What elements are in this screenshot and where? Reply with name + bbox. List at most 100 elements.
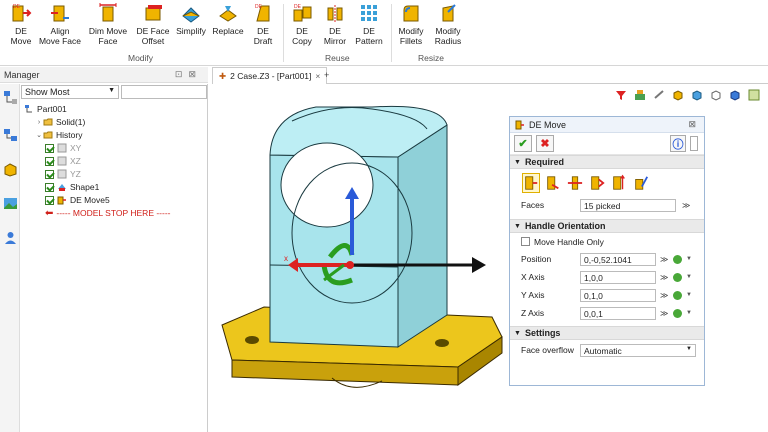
tree-item-yz[interactable]: YZ xyxy=(45,168,81,180)
close-icon[interactable]: × xyxy=(315,71,320,81)
tree-item-de-move5[interactable]: DE Move5 xyxy=(45,194,110,206)
visibility-checkbox[interactable] xyxy=(45,143,54,153)
tree-item-part[interactable]: Part001 xyxy=(24,103,67,115)
part-icon xyxy=(25,105,32,113)
svg-text:DE: DE xyxy=(13,4,21,10)
section-handle-label: Handle Orientation xyxy=(524,221,606,231)
new-tab-button[interactable]: + xyxy=(324,70,329,80)
tree-item-history[interactable]: ⌄ History xyxy=(35,129,82,141)
expand-icon[interactable]: ≫ xyxy=(660,273,668,282)
help-button[interactable]: ⓘ xyxy=(670,135,686,152)
cube-shade-icon[interactable] xyxy=(672,89,684,101)
tree-item-solid[interactable]: › Solid(1) xyxy=(35,116,85,128)
visibility-checkbox[interactable] xyxy=(45,156,54,166)
tree-item-xz[interactable]: XZ xyxy=(45,155,81,167)
visibility-checkbox[interactable] xyxy=(45,169,54,179)
simplify-button[interactable]: Simplify xyxy=(174,2,208,36)
group-label-reuse: Reuse xyxy=(325,53,350,63)
x-axis-input[interactable]: 1,0,0 xyxy=(580,270,656,284)
ok-button[interactable]: ✔ xyxy=(514,135,532,152)
pin-panel-button[interactable] xyxy=(690,136,698,151)
faces-input[interactable]: 15 picked xyxy=(580,198,676,212)
view-cube-icon[interactable] xyxy=(710,89,722,101)
position-input[interactable]: 0,-0,52.1041 xyxy=(580,252,656,266)
de-copy-icon: DE xyxy=(293,4,312,22)
dim-move-face-button[interactable]: Dim Move Face xyxy=(86,2,130,46)
tab-label: 2 Case.Z3 - [Part001] xyxy=(230,71,312,81)
y-axis-input[interactable]: 0,1,0 xyxy=(580,288,656,302)
document-tab-bar: ✚ 2 Case.Z3 - [Part001] × + xyxy=(212,67,768,84)
move-to-point-icon[interactable] xyxy=(588,173,606,193)
chevron-down-icon[interactable]: ▼ xyxy=(686,274,692,280)
de-move-button[interactable]: DE DE Move xyxy=(6,2,36,46)
chevron-right-icon[interactable]: › xyxy=(35,119,43,126)
chevron-down-icon[interactable]: ▼ xyxy=(686,256,692,262)
manager-window-controls[interactable]: ⊡⊠ xyxy=(175,69,202,80)
de-mirror-icon xyxy=(327,5,343,22)
modify-radius-button[interactable]: Modify Radius xyxy=(431,2,465,46)
section-required[interactable]: ▼ Required xyxy=(510,155,704,169)
render-mode-icon[interactable] xyxy=(691,89,703,101)
section-handle-orientation[interactable]: ▼ Handle Orientation xyxy=(510,219,704,233)
tab-case-part001[interactable]: ✚ 2 Case.Z3 - [Part001] × xyxy=(212,67,328,84)
de-copy-button[interactable]: DE DE Copy xyxy=(289,2,315,46)
3d-model[interactable]: x xyxy=(212,85,512,432)
expand-icon[interactable]: ≫ xyxy=(660,291,668,300)
visibility-checkbox[interactable] xyxy=(45,182,54,192)
move-rotate-icon[interactable] xyxy=(610,173,628,193)
section-settings[interactable]: ▼ Settings xyxy=(510,326,704,340)
de-pattern-button[interactable]: DE Pattern xyxy=(353,2,385,46)
move-between-icon[interactable] xyxy=(566,173,584,193)
pointer-filter-icon[interactable] xyxy=(615,89,627,101)
replace-button[interactable]: Replace xyxy=(211,2,245,36)
face-overflow-row: Face overflow Automatic ▼ xyxy=(510,340,704,360)
pick-direction-icon[interactable] xyxy=(673,308,682,318)
material-icon[interactable] xyxy=(653,89,665,101)
visibility-checkbox[interactable] xyxy=(45,195,54,205)
move-along-icon[interactable] xyxy=(544,173,562,193)
pick-direction-icon[interactable] xyxy=(673,290,682,300)
chevron-down-icon[interactable]: ▼ xyxy=(686,310,692,316)
tree-item-shape1[interactable]: Shape1 xyxy=(45,181,99,193)
de-copy-label-1: DE xyxy=(296,26,308,36)
expand-icon[interactable]: ≫ xyxy=(660,255,668,264)
manager-filter-select[interactable]: Show Most ▼ xyxy=(21,85,119,99)
expand-icon[interactable]: ≫ xyxy=(660,309,668,318)
user-icon[interactable] xyxy=(3,230,18,245)
move-free-icon[interactable] xyxy=(522,173,540,193)
chevron-down-icon[interactable]: ▼ xyxy=(686,292,692,298)
x-axis-letter: x xyxy=(284,254,288,263)
move-align-icon[interactable] xyxy=(632,173,650,193)
assembly-tree-icon[interactable] xyxy=(3,90,18,105)
plane-icon xyxy=(57,143,67,153)
modify-fillets-button[interactable]: Modify Fillets xyxy=(395,2,427,46)
close-icon[interactable]: ⊠ xyxy=(688,119,696,130)
scene-settings-icon[interactable] xyxy=(748,89,760,101)
align-move-face-button[interactable]: Align Move Face xyxy=(38,2,82,46)
de-mirror-button[interactable]: DE Mirror xyxy=(320,2,350,46)
color-icon[interactable] xyxy=(634,89,646,101)
move-handle-only-checkbox[interactable] xyxy=(521,237,530,246)
face-overflow-select[interactable]: Automatic ▼ xyxy=(580,343,696,357)
display-style-icon[interactable] xyxy=(729,89,741,101)
dim-move-face-icon xyxy=(99,3,117,22)
manager-search-input[interactable] xyxy=(121,85,207,99)
model-stop-marker[interactable]: ⬅ ----- MODEL STOP HERE ----- xyxy=(45,207,171,219)
expand-icon[interactable]: ≫ xyxy=(682,201,690,210)
folder-icon xyxy=(43,118,53,126)
tree-item-xy[interactable]: XY xyxy=(45,142,81,154)
de-draft-icon: DE xyxy=(255,4,270,22)
de-move-panel-header: DE Move ⊠ xyxy=(510,117,704,133)
image-view-icon[interactable] xyxy=(3,196,18,211)
parts-library-icon[interactable] xyxy=(3,162,18,177)
de-face-offset-button[interactable]: DE Face Offset xyxy=(132,2,174,46)
cancel-button[interactable]: ✖ xyxy=(536,135,554,152)
history-tree-icon[interactable] xyxy=(3,128,18,143)
pick-direction-icon[interactable] xyxy=(673,272,682,282)
de-pattern-icon xyxy=(361,5,377,21)
de-draft-button[interactable]: DE DE Draft xyxy=(250,2,276,46)
y-axis-value: 0,1,0 xyxy=(584,290,603,301)
chevron-down-icon[interactable]: ⌄ xyxy=(35,131,43,139)
z-axis-input[interactable]: 0,0,1 xyxy=(580,306,656,320)
pick-point-icon[interactable] xyxy=(673,254,682,264)
